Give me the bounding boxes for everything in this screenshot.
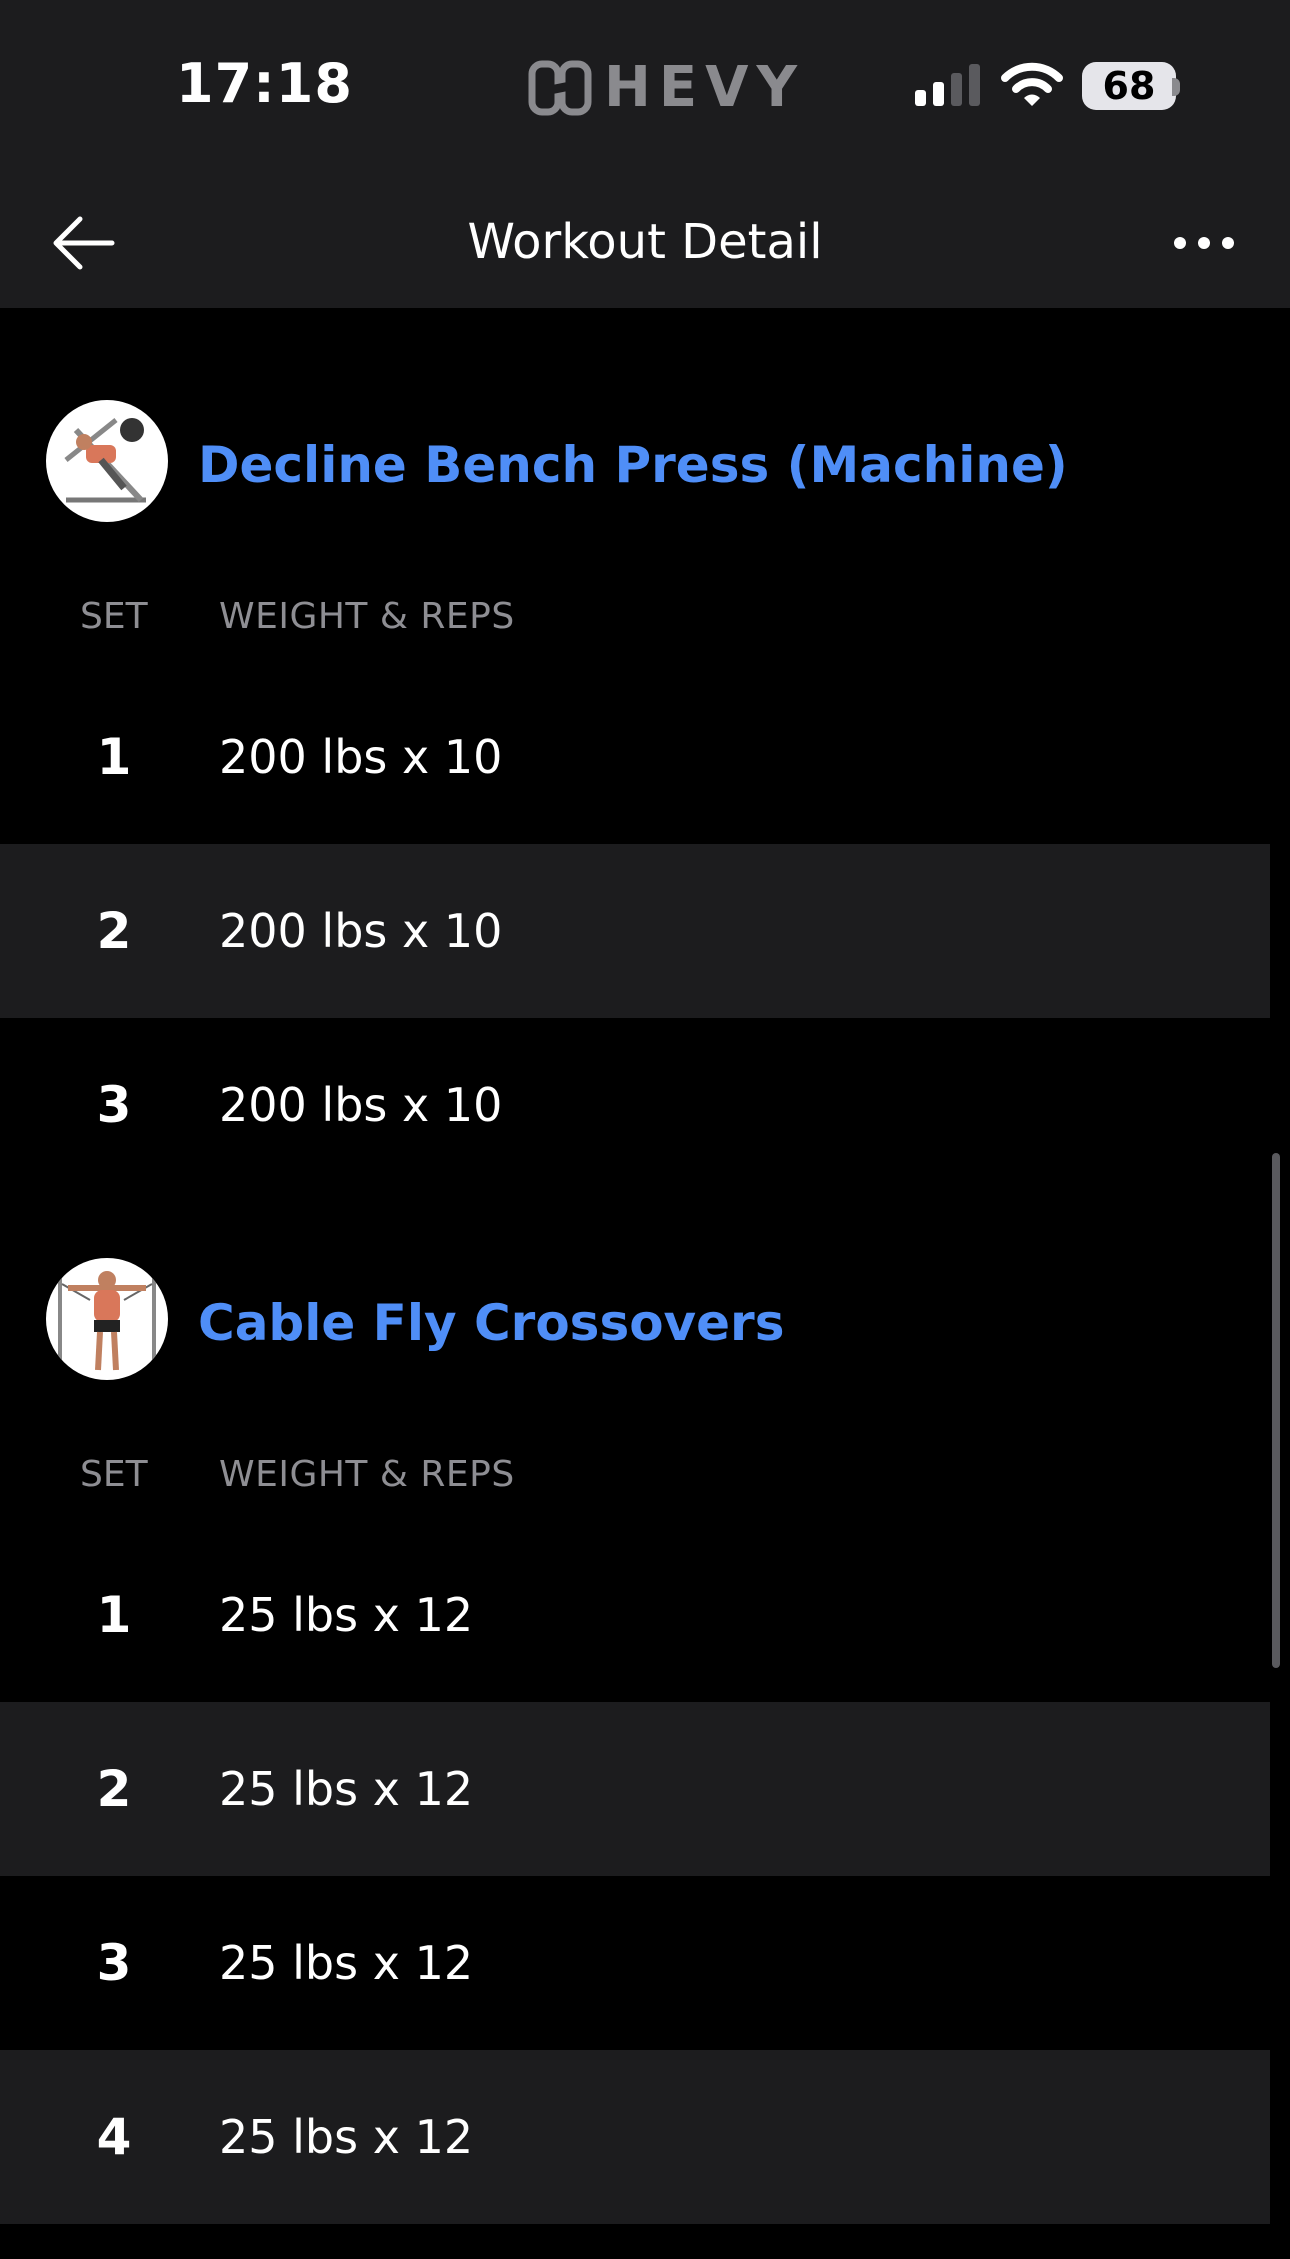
set-number: 3: [96, 1934, 132, 1992]
brand-logo: HEVY: [528, 58, 805, 118]
set-weight-reps: 25 lbs x 12: [219, 2110, 474, 2164]
vertical-scrollbar[interactable]: [1272, 1153, 1280, 1668]
brand-name: HEVY: [604, 55, 806, 120]
set-number: 1: [96, 728, 132, 786]
set-number: 4: [96, 2108, 132, 2166]
set-number: 1: [96, 1586, 132, 1644]
hevy-logo-icon: [528, 60, 592, 116]
exercise-card: Decline Bench Press (Machine) SET WEIGHT…: [0, 400, 1270, 1192]
sets-column-headers: SET WEIGHT & REPS: [0, 540, 1270, 670]
set-column-header: SET: [80, 596, 148, 637]
sets-column-headers: SET WEIGHT & REPS: [0, 1398, 1270, 1528]
decline-bench-press-machine-image: [64, 418, 146, 503]
exercise-card: Cable Fly Crossovers SET WEIGHT & REPS 1…: [0, 1258, 1270, 2224]
set-row: 1 25 lbs x 12: [0, 1528, 1270, 1702]
set-weight-reps: 25 lbs x 12: [219, 1936, 474, 1990]
status-time: 17:18: [176, 52, 353, 115]
weight-reps-column-header: WEIGHT & REPS: [219, 596, 515, 637]
set-weight-reps: 25 lbs x 12: [219, 1762, 474, 1816]
exercise-thumbnail[interactable]: [46, 400, 168, 522]
set-number: 3: [96, 1076, 132, 1134]
set-number: 2: [96, 902, 132, 960]
set-weight-reps: 200 lbs x 10: [219, 730, 503, 784]
weight-reps-column-header: WEIGHT & REPS: [219, 1454, 515, 1495]
app-header: 17:18 HEVY 68 Workout Detail: [0, 0, 1290, 308]
exercise-header: Cable Fly Crossovers: [0, 1258, 1270, 1398]
exercise-name[interactable]: Cable Fly Crossovers: [198, 1294, 784, 1352]
set-row: 3 200 lbs x 10: [0, 1018, 1270, 1192]
page-title: Workout Detail: [467, 214, 823, 270]
set-row: 1 200 lbs x 10: [0, 670, 1270, 844]
battery-indicator: 68: [1082, 62, 1176, 110]
more-options-button[interactable]: [1172, 228, 1236, 258]
set-number: 2: [96, 1760, 132, 1818]
exercise-name[interactable]: Decline Bench Press (Machine): [198, 436, 1068, 494]
battery-tip: [1172, 78, 1180, 96]
set-row: 2 25 lbs x 12: [0, 1702, 1270, 1876]
set-row: 3 25 lbs x 12: [0, 1876, 1270, 2050]
exercise-thumbnail[interactable]: [46, 1258, 168, 1380]
exercise-header: Decline Bench Press (Machine): [0, 400, 1270, 540]
set-row: 2 200 lbs x 10: [0, 844, 1270, 1018]
cable-fly-crossovers-image: [58, 1271, 156, 1371]
set-weight-reps: 25 lbs x 12: [219, 1588, 474, 1642]
set-row: 4 25 lbs x 12: [0, 2050, 1270, 2224]
cellular-signal-icon: [915, 64, 980, 106]
wifi-icon: [1001, 62, 1063, 106]
set-weight-reps: 200 lbs x 10: [219, 904, 503, 958]
set-column-header: SET: [80, 1454, 148, 1495]
set-weight-reps: 200 lbs x 10: [219, 1078, 503, 1132]
